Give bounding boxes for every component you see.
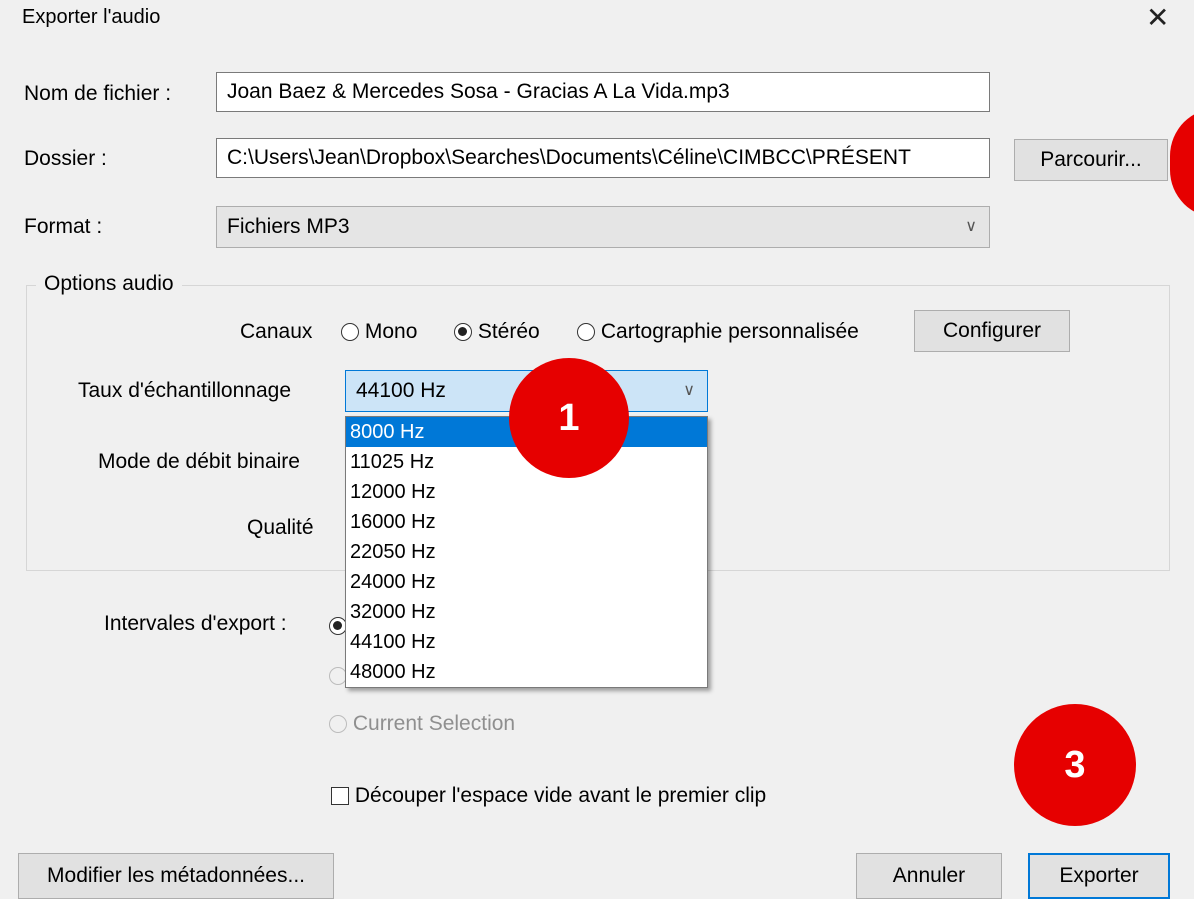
format-label: Format :: [24, 215, 103, 238]
annotation-badge-3: 3: [1014, 704, 1136, 826]
trim-checkbox[interactable]: Découper l'espace vide avant le premier …: [331, 784, 766, 808]
radio-custom-circle[interactable]: [577, 323, 595, 342]
chevron-down-icon: ∨: [683, 382, 695, 399]
radio-stereo-label: Stéréo: [477, 320, 540, 343]
sample-rate-option[interactable]: 12000 Hz: [346, 477, 707, 507]
radio-stereo[interactable]: Stéréo: [454, 320, 540, 344]
sample-rate-value: 44100 Hz: [356, 379, 446, 402]
sample-rate-option[interactable]: 24000 Hz: [346, 567, 707, 597]
sample-rate-option[interactable]: 48000 Hz: [346, 657, 707, 687]
trim-checkbox-label: Découper l'espace vide avant le premier …: [354, 784, 767, 807]
sample-rate-option[interactable]: 44100 Hz: [346, 627, 707, 657]
chevron-down-icon: ∨: [965, 218, 977, 235]
radio-mono-circle[interactable]: [341, 323, 359, 342]
export-button[interactable]: Exporter: [1028, 853, 1170, 899]
export-range-label: Intervales d'export :: [104, 612, 287, 635]
sample-rate-label: Taux d'échantillonnage: [78, 379, 292, 402]
format-select[interactable]: Fichiers MP3 ∨: [216, 206, 990, 248]
cancel-button[interactable]: Annuler: [856, 853, 1002, 899]
radio-mono[interactable]: Mono: [341, 320, 417, 344]
sample-rate-option[interactable]: 32000 Hz: [346, 597, 707, 627]
quality-label: Qualité: [247, 516, 314, 539]
radio-mono-label: Mono: [364, 320, 418, 343]
annotation-badge-partial: [1170, 108, 1194, 218]
audio-options-title: Options audio: [36, 272, 182, 296]
close-icon[interactable]: ✕: [1146, 4, 1169, 32]
folder-input[interactable]: C:\Users\Jean\Dropbox\Searches\Documents…: [216, 138, 990, 178]
annotation-badge-1: 1: [509, 358, 629, 478]
format-select-value: Fichiers MP3: [227, 215, 350, 238]
sample-rate-option[interactable]: 22050 Hz: [346, 537, 707, 567]
configure-button[interactable]: Configurer: [914, 310, 1070, 352]
trim-checkbox-box[interactable]: [331, 787, 349, 806]
edit-metadata-button[interactable]: Modifier les métadonnées...: [18, 853, 334, 899]
radio-stereo-circle[interactable]: [454, 323, 472, 342]
dialog-title: Exporter l'audio: [22, 6, 161, 28]
radio-custom-label: Cartographie personnalisée: [600, 320, 859, 343]
folder-label: Dossier :: [24, 147, 107, 170]
filename-input[interactable]: Joan Baez & Mercedes Sosa - Gracias A La…: [216, 72, 990, 112]
channels-label: Canaux: [240, 320, 313, 343]
filename-label: Nom de fichier :: [24, 82, 172, 105]
browse-button[interactable]: Parcourir...: [1014, 139, 1168, 181]
sample-rate-option[interactable]: 16000 Hz: [346, 507, 707, 537]
radio-current-selection-circle: [329, 715, 347, 734]
bitrate-mode-label: Mode de débit binaire: [98, 450, 300, 473]
radio-current-selection: Current Selection: [329, 712, 515, 736]
radio-current-selection-label: Current Selection: [352, 712, 516, 735]
radio-custom-mapping[interactable]: Cartographie personnalisée: [577, 320, 859, 344]
